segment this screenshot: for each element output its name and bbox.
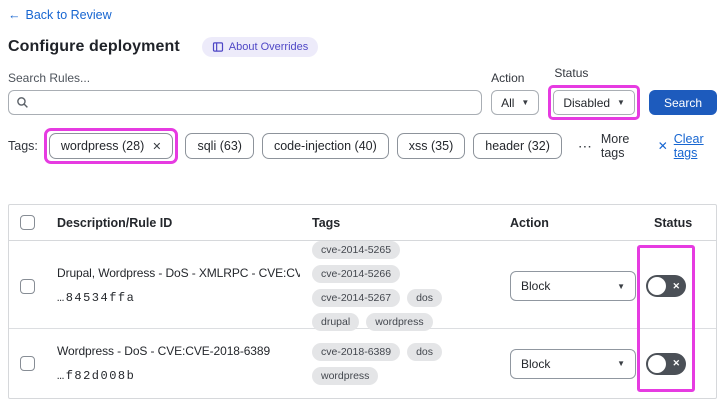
rule-description: Drupal, Wordpress - DoS - XMLRPC - CVE:C… [57, 266, 300, 281]
rule-description: Wordpress - DoS - CVE:CVE-2018-6389 [57, 343, 271, 358]
close-icon[interactable]: ✕ [152, 140, 161, 153]
back-link-label: Back to Review [25, 8, 112, 22]
ellipsis-icon: ⋯ [577, 137, 593, 154]
rule-id: …f82d008b [57, 368, 136, 383]
status-filter-highlight: Disabled ▼ [548, 85, 640, 120]
rule-tag-pill: cve-2014-5267 [312, 289, 401, 307]
status-toggle[interactable]: ✕ [646, 275, 686, 297]
rule-tag-pill: cve-2014-5265 [312, 241, 401, 259]
tag-chip-label: xss (35) [408, 139, 454, 153]
search-icon [16, 96, 29, 109]
rules-table: Description/Rule ID Tags Action Status D… [8, 204, 717, 399]
status-toggle[interactable]: ✕ [646, 352, 686, 375]
toggle-knob [648, 354, 666, 373]
chevron-down-icon: ▼ [617, 359, 625, 368]
rule-tag-pill: dos [407, 289, 442, 307]
status-filter-value: Disabled [563, 95, 611, 110]
table-header-row: Description/Rule ID Tags Action Status [9, 205, 716, 241]
about-overrides-badge[interactable]: About Overrides [201, 37, 319, 57]
chevron-down-icon: ▼ [617, 281, 625, 291]
toggle-off-icon: ✕ [672, 280, 680, 291]
toggle-off-icon: ✕ [672, 358, 680, 368]
select-all-checkbox[interactable] [20, 215, 35, 230]
tag-chip-header[interactable]: header (32) [473, 133, 562, 159]
rule-tag-pill: wordpress [366, 313, 433, 331]
action-select[interactable]: Block ▼ [510, 271, 636, 301]
table-row: Drupal, Wordpress - DoS - XMLRPC - CVE:C… [9, 241, 716, 331]
tag-chip-sqli[interactable]: sqli (63) [185, 133, 254, 159]
tag-chip-label: code-injection (40) [273, 139, 377, 153]
search-rules-label: Search Rules... [8, 71, 91, 85]
chevron-down-icon: ▼ [617, 98, 625, 107]
search-input[interactable] [35, 95, 475, 110]
action-filter-value: All [501, 95, 515, 110]
back-to-review-link[interactable]: ← Back to Review [8, 8, 112, 22]
action-filter-label: Action [491, 71, 525, 85]
action-select[interactable]: Block ▼ [510, 348, 636, 379]
table-row: Wordpress - DoS - CVE:CVE-2018-6389 …f82… [9, 328, 716, 398]
tag-chip-label: wordpress (28) [60, 139, 145, 153]
filter-bar: Search Rules... Action All ▼ Status Disa… [8, 66, 717, 120]
clear-tags-link[interactable]: ✕ Clear tags [658, 132, 717, 160]
chevron-down-icon: ▼ [521, 98, 530, 107]
rule-id: …84534ffa [57, 291, 136, 305]
rule-tag-pill: dos [407, 342, 442, 361]
column-header-action: Action [510, 215, 549, 230]
rule-tag-pill: wordpress [312, 366, 379, 385]
search-box[interactable] [8, 90, 483, 115]
tag-chip-label: sqli (63) [197, 139, 242, 153]
close-icon: ✕ [657, 139, 668, 153]
back-arrow-icon: ← [8, 8, 21, 22]
column-header-status: Status [654, 215, 693, 230]
about-overrides-label: About Overrides [228, 41, 309, 53]
column-header-description: Description/Rule ID [57, 215, 173, 230]
selected-tag-highlight: wordpress (28) ✕ [43, 128, 179, 164]
row-checkbox[interactable] [20, 278, 35, 294]
more-tags-button[interactable]: ⋯ More tags [578, 132, 642, 160]
tag-chip-wordpress[interactable]: wordpress (28) ✕ [48, 133, 174, 159]
column-header-tags: Tags [312, 215, 341, 230]
tag-chip-xss[interactable]: xss (35) [396, 133, 466, 159]
rule-tags: cve-2014-5265 cve-2014-5266 cve-2014-526… [304, 241, 502, 331]
action-select-value: Block [521, 356, 551, 371]
rule-tag-pill: cve-2018-6389 [312, 342, 401, 361]
action-filter-dropdown[interactable]: All ▼ [491, 90, 540, 115]
tag-chip-label: header (32) [485, 139, 550, 153]
search-button[interactable]: Search [648, 90, 717, 115]
tags-label: Tags: [8, 139, 38, 153]
status-filter-label: Status [554, 66, 589, 80]
more-tags-label: More tags [600, 132, 630, 160]
clear-tags-label: Clear tags [673, 132, 704, 160]
tag-chip-code-injection[interactable]: code-injection (40) [261, 133, 389, 159]
action-select-value: Block [521, 279, 551, 293]
row-checkbox[interactable] [20, 356, 35, 371]
status-filter-dropdown[interactable]: Disabled ▼ [553, 90, 635, 115]
toggle-knob [648, 277, 666, 295]
rule-tag-pill: drupal [312, 313, 360, 331]
tags-bar: Tags: wordpress (28) ✕ sqli (63) code-in… [8, 128, 717, 164]
title-row: Configure deployment About Overrides [8, 37, 717, 57]
book-icon [212, 41, 224, 53]
rule-tag-pill: cve-2014-5266 [312, 265, 401, 283]
page-title: Configure deployment [8, 38, 180, 55]
rule-tags: cve-2018-6389 dos wordpress [304, 342, 502, 385]
